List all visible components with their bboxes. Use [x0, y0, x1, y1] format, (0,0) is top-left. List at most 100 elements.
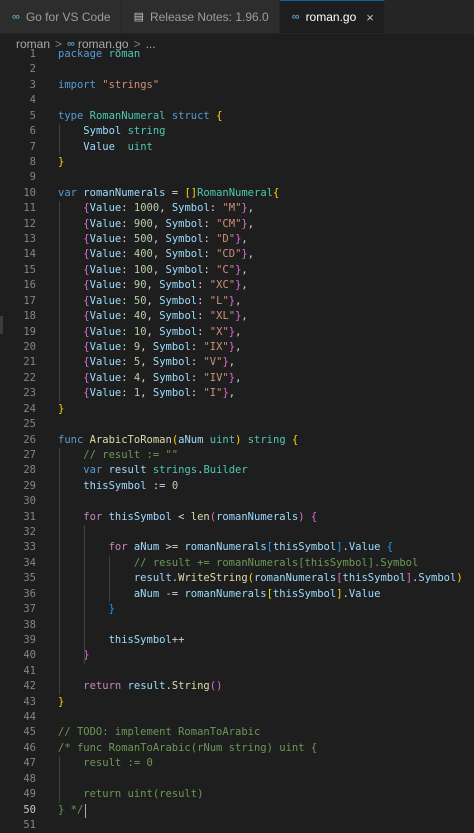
document-icon: ▤ [133, 11, 144, 23]
code-line[interactable]: 38 [0, 618, 474, 633]
code-line[interactable]: 41 [0, 664, 474, 679]
line-number: 20 [23, 340, 36, 353]
code-token: : [121, 279, 134, 292]
code-line[interactable]: 45 // TODO: implement RomanToArabic [0, 725, 474, 740]
code-line[interactable]: 11 {Value: 1000, Symbol: "M"}, [0, 201, 474, 216]
code-line[interactable]: 6 Symbol string [0, 124, 474, 139]
code-token: Symbol [159, 294, 198, 307]
code-token: // result += romanNumerals[thisSymbol].S… [133, 556, 419, 569]
code-line[interactable]: 43} [0, 695, 474, 710]
code-line[interactable]: 25 [0, 417, 474, 432]
code-line[interactable]: 46 /* func RomanToArabic(rNum string) uin… [0, 741, 474, 756]
line-number: 32 [23, 526, 36, 539]
code-token: , [140, 387, 153, 400]
code-token: := [146, 479, 172, 492]
code-line[interactable]: 26 func ArabicToRoman(aNum uint) string { [0, 433, 474, 448]
code-line[interactable]: 8} [0, 155, 474, 170]
code-line[interactable]: 28 var result strings.Builder [0, 463, 474, 478]
code-line[interactable]: 14 {Value: 400, Symbol: "CD"}, [0, 247, 474, 262]
code-line[interactable]: 22 {Value: 4, Symbol: "IV"}, [0, 371, 474, 386]
code-line[interactable]: 42 return result.String() [0, 679, 474, 694]
code-line[interactable]: 49 return uint(result) [0, 787, 474, 802]
code-token: Symbol [418, 572, 457, 585]
code-text: for thisSymbol < len(romanNumerals) { [58, 510, 317, 525]
code-token: Symbol [159, 279, 198, 292]
code-line[interactable]: 35 result.WriteString(romanNumerals[this… [0, 571, 474, 586]
line-number: 14 [23, 248, 36, 261]
tab-release-notes[interactable]: ▤ Release Notes: 1.96.0 [121, 0, 280, 33]
code-line[interactable]: 37 } [0, 602, 474, 617]
code-token: "V" [203, 356, 223, 369]
close-icon[interactable]: × [366, 10, 374, 25]
code-line[interactable]: 36 aNum -= romanNumerals[thisSymbol].Val… [0, 587, 474, 602]
tab-roman-go[interactable]: ∞ roman.go × [279, 0, 385, 33]
code-line[interactable]: 18 {Value: 40, Symbol: "XL"}, [0, 309, 474, 324]
code-line[interactable]: 47 result := 0 [0, 756, 474, 771]
code-token: Symbol [165, 217, 204, 230]
code-token: Symbol [152, 371, 191, 384]
code-line[interactable]: 15 {Value: 100, Symbol: "C"}, [0, 263, 474, 278]
code-line[interactable]: 27 // result := "" [0, 448, 474, 463]
code-token: package [58, 48, 103, 60]
tab-go-for-vscode[interactable]: ∞ Go for VS Code [0, 0, 122, 33]
code-token: Symbol [152, 340, 191, 353]
code-line[interactable]: 23 {Value: 1, Symbol: "I"}, [0, 386, 474, 401]
code-line[interactable]: 20 {Value: 9, Symbol: "IX"}, [0, 340, 474, 355]
code-line[interactable]: 50} */ [0, 803, 474, 818]
code-token: type [58, 109, 84, 122]
code-token: // result := "" [83, 448, 179, 461]
code-token: : [121, 310, 134, 323]
code-line[interactable]: 21 {Value: 5, Symbol: "V"}, [0, 355, 474, 370]
code-line[interactable]: 2 [0, 62, 474, 77]
code-line[interactable]: 16 {Value: 90, Symbol: "XC"}, [0, 278, 474, 293]
code-token: func [58, 433, 84, 446]
code-text: type RomanNumeral struct { [58, 109, 222, 124]
indent-guide [109, 555, 111, 603]
code-token: } [58, 155, 65, 168]
code-token: romanNumerals [83, 186, 166, 199]
code-editor[interactable]: 1 package roman 2 3 import "strings" 4 5 type R… [0, 47, 474, 831]
code-line[interactable]: 9 [0, 170, 474, 185]
code-line[interactable]: 12 {Value: 900, Symbol: "CM"}, [0, 217, 474, 232]
code-token: Value [89, 340, 122, 353]
code-line[interactable]: 32 [0, 525, 474, 540]
code-token: "C" [216, 263, 236, 276]
code-line[interactable]: 19 {Value: 10, Symbol: "X"}, [0, 325, 474, 340]
code-line[interactable]: 33 for aNum >= romanNumerals[thisSymbol]… [0, 540, 474, 555]
code-line[interactable]: 39 thisSymbol++ [0, 633, 474, 648]
code-line[interactable]: 5 type RomanNumeral struct { [0, 109, 474, 124]
line-number: 12 [23, 217, 36, 230]
code-line[interactable]: 31 for thisSymbol < len(romanNumerals) { [0, 510, 474, 525]
code-token: 500 [133, 233, 153, 246]
code-text: // TODO: implement RomanToArabic [58, 725, 260, 740]
code-token: "CM" [216, 217, 242, 230]
code-line[interactable]: 24} [0, 402, 474, 417]
code-line[interactable]: 3 import "strings" [0, 78, 474, 93]
line-number: 21 [23, 356, 36, 369]
code-line[interactable]: 40 } [0, 648, 474, 663]
code-token: , [152, 233, 166, 246]
code-line[interactable]: 29 thisSymbol := 0 [0, 479, 474, 494]
code-text: for aNum >= romanNumerals[thisSymbol].Va… [58, 540, 394, 555]
code-token: : [190, 371, 204, 384]
code-line[interactable]: 17 {Value: 50, Symbol: "L"}, [0, 294, 474, 309]
code-line[interactable]: 48 [0, 772, 474, 787]
line-number: 33 [23, 541, 36, 554]
code-token: Value [348, 587, 381, 600]
code-line[interactable]: 44 [0, 710, 474, 725]
code-line[interactable]: 34 // result += romanNumerals[thisSymbol… [0, 556, 474, 571]
code-token: return uint(result) [58, 788, 204, 801]
code-line[interactable]: 30 [0, 494, 474, 509]
code-line[interactable]: 4 [0, 93, 474, 108]
code-token: >= [159, 541, 185, 554]
code-line[interactable]: 7 Value uint [0, 140, 474, 155]
code-line[interactable]: 10 var romanNumerals = []RomanNumeral{ [0, 186, 474, 201]
code-token: : [121, 248, 134, 261]
code-token: thisSymbol [108, 633, 172, 646]
code-line[interactable]: 1 package roman [0, 47, 474, 62]
code-line[interactable]: 13 {Value: 500, Symbol: "D"}, [0, 232, 474, 247]
line-number: 34 [23, 556, 36, 569]
